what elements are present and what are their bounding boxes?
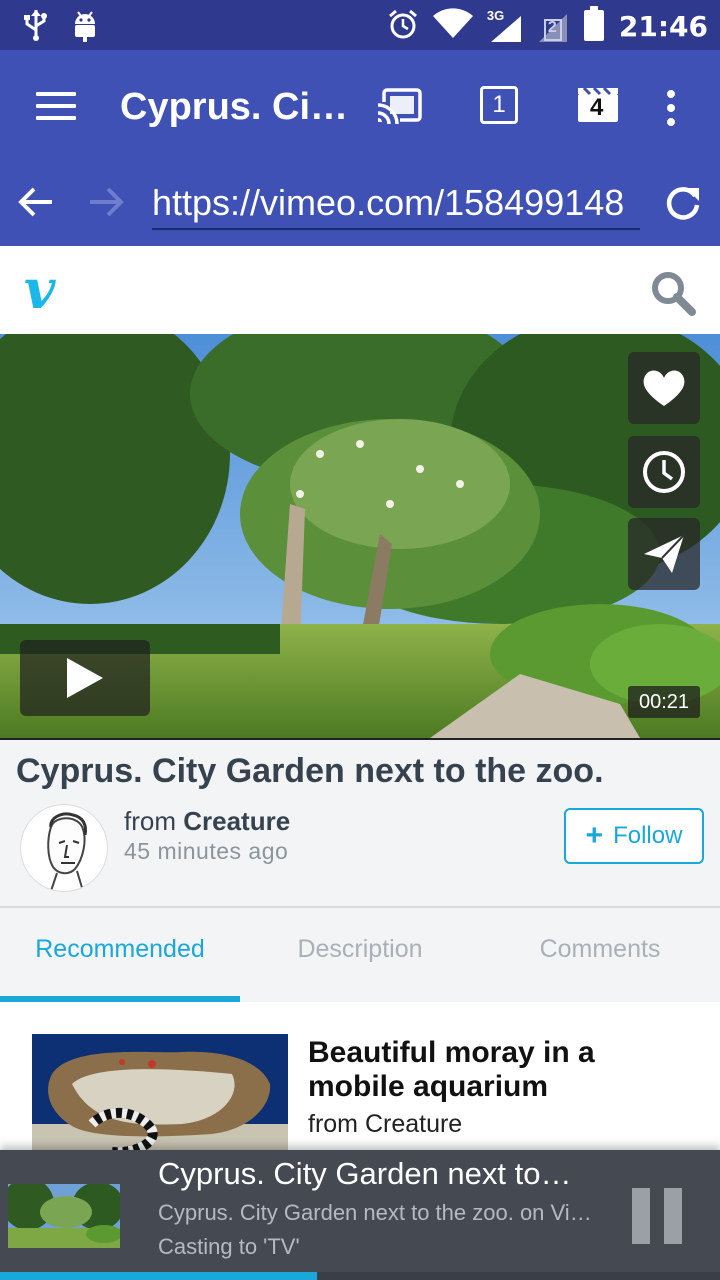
- list-item[interactable]: Beautiful moray in a mobile aquarium fro…: [0, 1002, 720, 1152]
- tab-recommended[interactable]: Recommended: [0, 908, 240, 1002]
- 3g-signal-icon: 3G: [487, 8, 523, 44]
- recommended-list: Beautiful moray in a mobile aquarium fro…: [0, 1002, 720, 1152]
- cast-mini-controller[interactable]: Cyprus. City Garden next to the zoo. Cyp…: [0, 1150, 720, 1280]
- cast-status: Casting to 'TV': [158, 1234, 300, 1259]
- android-debug-icon: [72, 8, 98, 47]
- vimeo-header: v: [0, 246, 720, 334]
- content-tabs: Recommended Description Comments: [0, 908, 720, 1002]
- tab-description[interactable]: Description: [240, 908, 480, 1002]
- author-avatar-drawing: [47, 812, 87, 891]
- plus-icon: +: [585, 819, 604, 852]
- clock: 21:46: [618, 10, 708, 43]
- garden-thumbnail: [8, 1184, 120, 1248]
- play-button[interactable]: [20, 640, 150, 716]
- clock-icon: [643, 451, 685, 493]
- reload-icon[interactable]: [664, 184, 702, 227]
- video-queue-button[interactable]: 4: [576, 86, 620, 124]
- url-input[interactable]: [152, 178, 640, 230]
- play-icon: [67, 658, 103, 698]
- watch-later-button[interactable]: [628, 436, 700, 508]
- share-button[interactable]: [628, 518, 700, 590]
- cast-progress-bar: [0, 1272, 317, 1280]
- video-info: Cyprus. City Garden next to the zoo. fro…: [0, 738, 720, 908]
- queue-count: 4: [590, 94, 604, 121]
- follow-label: Follow: [613, 822, 683, 849]
- cast-subtitle: Cyprus. City Garden next to the zoo. on …: [158, 1200, 598, 1225]
- browser-toolbar: Cyprus. City Garden next to the zoo. 1 4: [0, 50, 720, 246]
- follow-button[interactable]: + Follow: [564, 808, 704, 864]
- paper-plane-icon: [644, 534, 685, 573]
- author-line: from Creature: [124, 806, 290, 837]
- wifi-icon: [432, 8, 473, 45]
- overflow-menu-icon[interactable]: [664, 90, 678, 132]
- tab-comments[interactable]: Comments: [480, 908, 720, 1002]
- pause-button[interactable]: [632, 1188, 682, 1244]
- tabs-count-button[interactable]: 1: [480, 86, 518, 124]
- vimeo-logo[interactable]: v: [24, 262, 55, 316]
- video-duration: 00:21: [628, 686, 700, 718]
- tab-title[interactable]: Cyprus. City Garden next to the zoo.: [120, 86, 360, 129]
- list-item-title: Beautiful moray in a mobile aquarium: [308, 1036, 595, 1103]
- battery-icon: [583, 6, 605, 47]
- video-thumbnail: [32, 1034, 288, 1152]
- posted-time: 45 minutes ago: [124, 838, 289, 864]
- like-button[interactable]: [628, 352, 700, 424]
- cast-thumbnail: [8, 1184, 120, 1248]
- list-item-author: from Creature: [308, 1110, 463, 1138]
- usb-icon: [22, 8, 50, 47]
- author-name[interactable]: Creature: [183, 806, 290, 836]
- sim-2-icon: 2: [537, 10, 569, 44]
- from-label: from: [124, 806, 176, 836]
- cast-icon[interactable]: [376, 86, 424, 131]
- aquarium-thumbnail: [32, 1034, 288, 1152]
- menu-icon[interactable]: [36, 92, 76, 122]
- heart-icon: [643, 370, 685, 406]
- back-arrow-icon[interactable]: [18, 184, 54, 225]
- status-bar: 3G 2 21:46: [0, 0, 720, 50]
- search-icon[interactable]: [650, 270, 696, 321]
- alarm-icon: [387, 8, 419, 45]
- sim-number-label: 2: [547, 18, 557, 36]
- video-player[interactable]: 00:21: [0, 334, 720, 738]
- forward-arrow-icon[interactable]: [88, 184, 124, 225]
- avatar[interactable]: [20, 804, 108, 892]
- video-title: Cyprus. City Garden next to the zoo.: [16, 752, 604, 790]
- cast-title: Cyprus. City Garden next to the zoo.: [158, 1156, 578, 1191]
